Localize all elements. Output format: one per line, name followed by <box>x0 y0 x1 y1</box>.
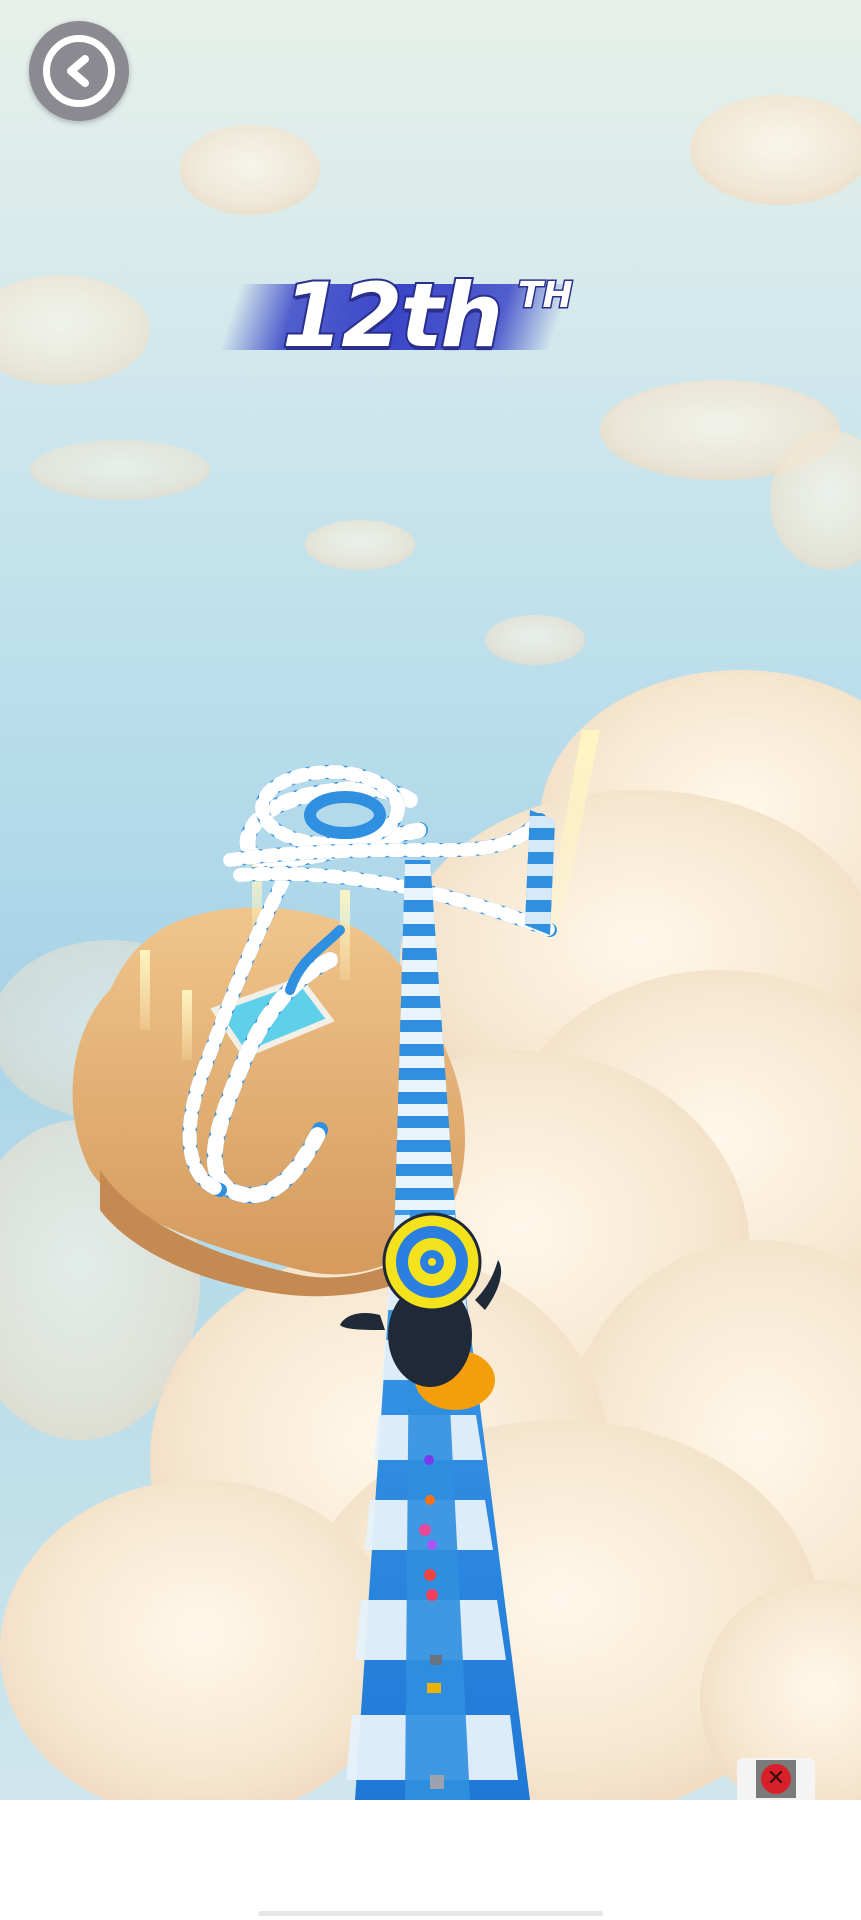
ad-close-box: ✕ <box>756 1760 796 1798</box>
game-screen: 12th TH ✕ <box>0 0 861 1920</box>
rank-position: 12th <box>280 264 505 368</box>
rank-banner: 12th TH <box>219 264 590 370</box>
close-icon: ✕ <box>761 1764 791 1794</box>
back-button[interactable] <box>29 21 129 121</box>
rank-suffix: TH <box>517 274 575 317</box>
ad-banner-area <box>0 1800 861 1920</box>
home-indicator[interactable] <box>258 1911 603 1916</box>
game-viewport: 12th TH ✕ <box>0 0 861 1800</box>
back-button-ring <box>43 35 115 107</box>
background-clouds <box>0 95 861 665</box>
ad-close-button[interactable]: ✕ <box>737 1758 815 1800</box>
chevron-left-icon <box>67 55 89 87</box>
